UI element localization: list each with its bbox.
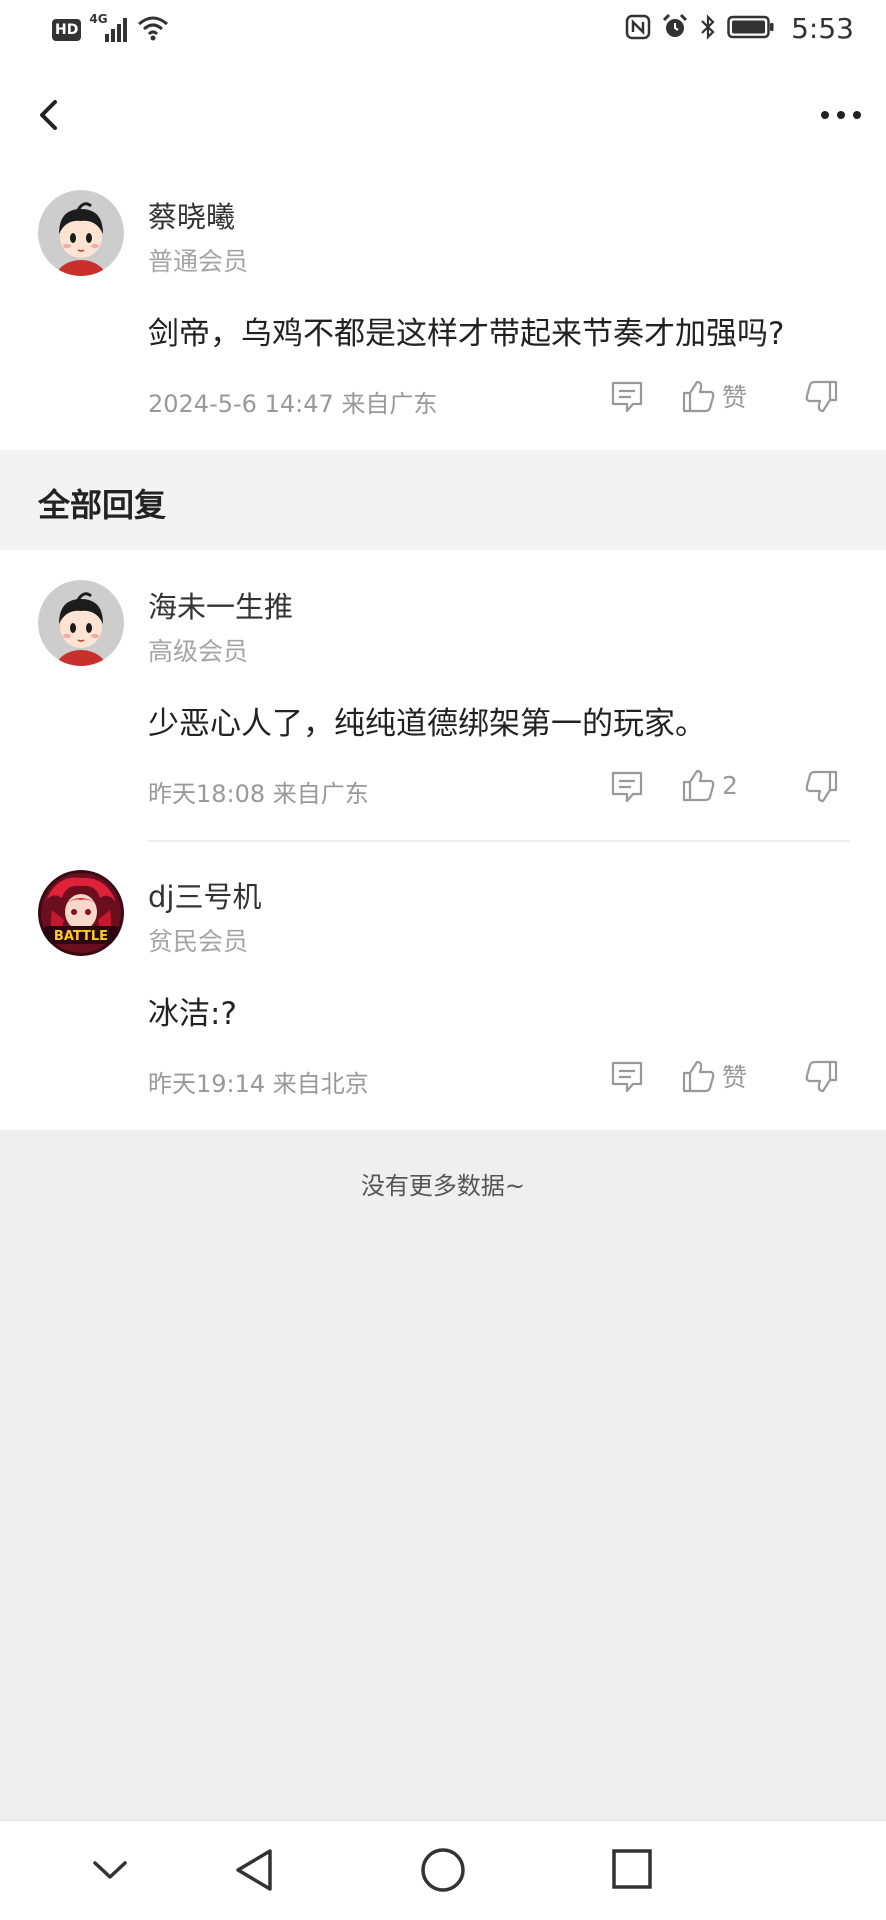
more-button[interactable] xyxy=(816,90,866,140)
nav-home-button[interactable] xyxy=(420,1847,466,1897)
dislike-button[interactable] xyxy=(804,1060,838,1094)
like-count: 2 xyxy=(722,770,738,800)
username[interactable]: 蔡晓曦 xyxy=(148,194,235,236)
thumbs-up-icon xyxy=(682,769,715,802)
system-navigation-bar xyxy=(0,1820,886,1920)
dislike-button[interactable] xyxy=(804,380,838,414)
dislike-button[interactable] xyxy=(804,770,838,804)
battle-logo-text: BATTLE xyxy=(54,929,108,944)
status-bar: HD 4G 5:53 xyxy=(0,0,886,62)
nav-down-icon xyxy=(93,1861,127,1879)
comment-icon xyxy=(611,1061,643,1093)
thumbs-up-icon xyxy=(682,380,715,413)
back-icon xyxy=(40,100,57,130)
nav-back-icon xyxy=(236,1849,272,1891)
comment-text: 剑帝，乌鸡不都是这样才带起来节奏才加强吗? xyxy=(148,316,785,352)
comment-icon xyxy=(611,381,643,413)
member-level: 普通会员 xyxy=(148,247,249,276)
nav-home-icon xyxy=(421,1848,465,1892)
reply-list: 海未一生推 高级会员 少恶心人了，纯纯道德绑架第一的玩家。 昨天18:08 来自… xyxy=(0,550,886,1130)
top-navbar xyxy=(0,62,886,172)
network-type: 4G xyxy=(89,12,108,26)
cartoon-avatar-image xyxy=(38,580,124,666)
anime-avatar-image: BATTLE xyxy=(38,870,124,956)
status-left: HD 4G xyxy=(52,12,169,46)
main-comment: 蔡晓曦 普通会员 剑帝，乌鸡不都是这样才带起来节奏才加强吗? 2024-5-6 … xyxy=(0,172,886,450)
username[interactable]: 海未一生推 xyxy=(148,584,293,626)
comment-text: 冰洁:? xyxy=(148,996,237,1032)
battery-icon xyxy=(727,14,775,44)
wifi-icon xyxy=(137,14,169,46)
signal-icon: 4G xyxy=(89,12,129,44)
like-label: 赞 xyxy=(722,1063,748,1092)
member-level: 贫民会员 xyxy=(148,927,249,956)
avatar[interactable] xyxy=(38,580,124,666)
comment-meta: 昨天19:14 来自北京 xyxy=(148,1070,369,1098)
alarm-icon xyxy=(661,13,689,45)
more-icon xyxy=(821,111,861,119)
status-right: 5:53 xyxy=(625,12,854,45)
no-more-data-text: 没有更多数据~ xyxy=(360,1172,526,1200)
comment-meta: 昨天18:08 来自广东 xyxy=(148,780,369,808)
nfc-icon xyxy=(625,14,651,44)
nav-down-button[interactable] xyxy=(90,1857,130,1887)
clock: 5:53 xyxy=(791,12,854,45)
reply-button[interactable] xyxy=(610,770,644,804)
all-replies-header: 全部回复 xyxy=(0,450,886,550)
like-button[interactable]: 赞 xyxy=(682,378,747,414)
section-title: 全部回复 xyxy=(38,486,167,524)
avatar[interactable] xyxy=(38,190,124,276)
comment-meta: 2024-5-6 14:47 来自广东 xyxy=(148,390,438,418)
thumbs-down-icon xyxy=(805,770,838,803)
like-button[interactable]: 赞 xyxy=(682,1058,747,1094)
nav-back-button[interactable] xyxy=(232,1847,276,1897)
hd-badge: HD xyxy=(52,19,82,41)
comment-text: 少恶心人了，纯纯道德绑架第一的玩家。 xyxy=(148,706,706,742)
nav-recents-button[interactable] xyxy=(610,1847,654,1895)
avatar[interactable]: BATTLE xyxy=(38,870,124,956)
thumbs-down-icon xyxy=(805,1060,838,1093)
like-label: 赞 xyxy=(722,383,748,412)
nav-recents-icon xyxy=(612,1849,652,1889)
comment-icon xyxy=(611,771,643,803)
reply-button[interactable] xyxy=(610,1060,644,1094)
like-button[interactable]: 2 xyxy=(682,768,738,802)
divider xyxy=(148,840,850,842)
reply-button[interactable] xyxy=(610,380,644,414)
thumbs-down-icon xyxy=(805,380,838,413)
back-button[interactable] xyxy=(24,90,74,140)
username[interactable]: dj三号机 xyxy=(148,874,261,916)
cartoon-avatar-image xyxy=(38,190,124,276)
member-level: 高级会员 xyxy=(148,637,249,666)
thumbs-up-icon xyxy=(682,1060,715,1093)
bluetooth-icon xyxy=(699,13,717,45)
